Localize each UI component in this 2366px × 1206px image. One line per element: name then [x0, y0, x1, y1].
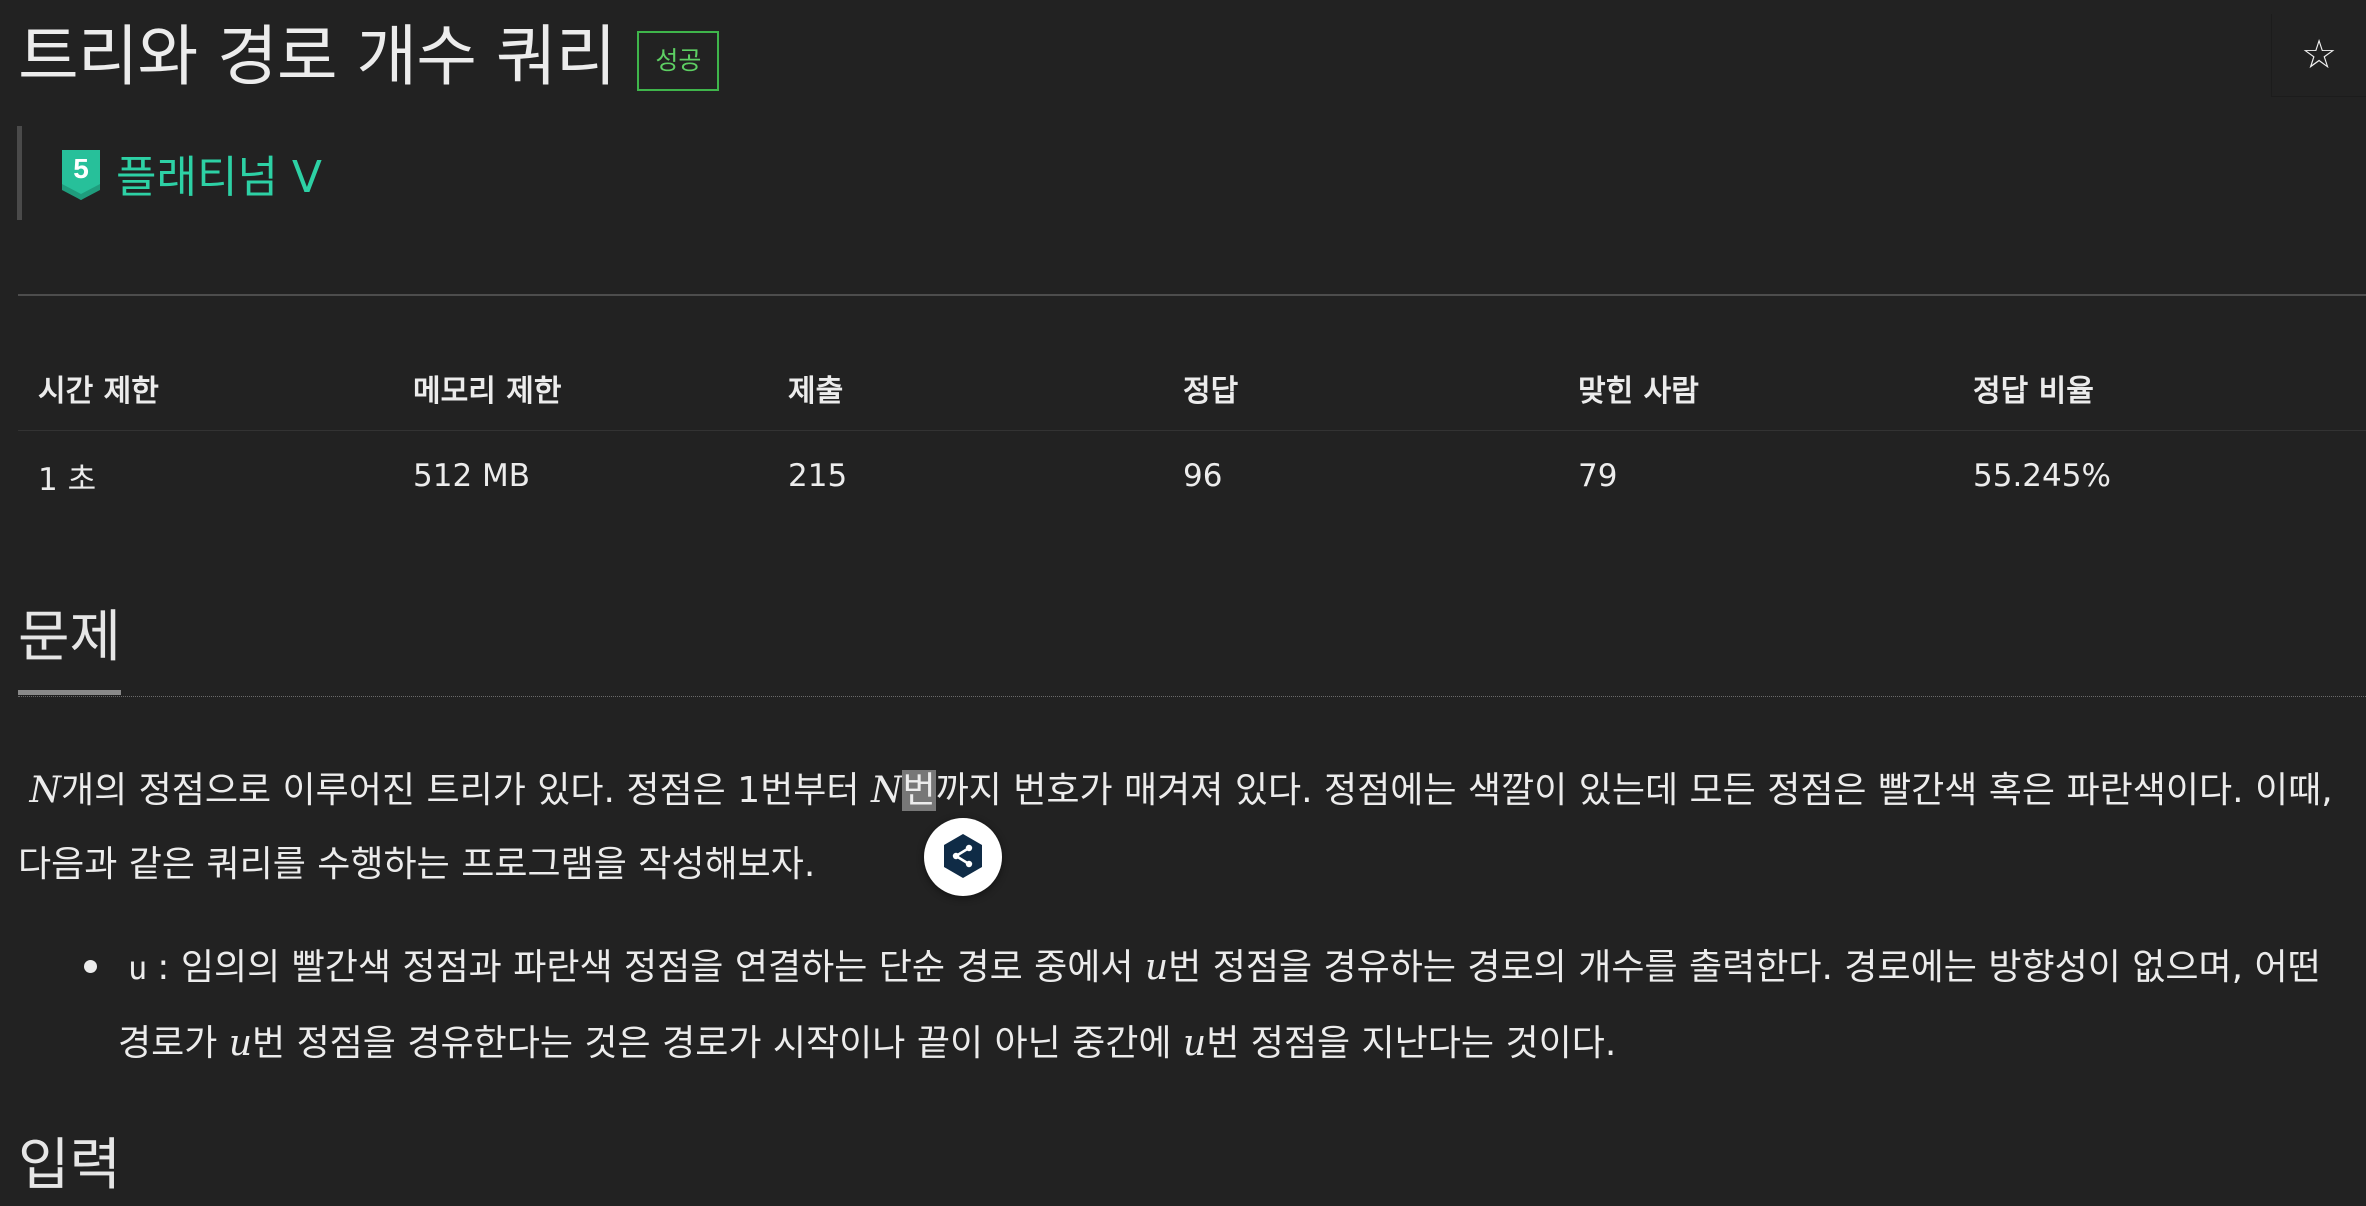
- list-item: u: 임의의 빨간색 정점과 파란색 정점을 연결하는 단순 경로 중에서 u번…: [84, 930, 2358, 1082]
- section-title-input: 입력: [18, 1133, 122, 1198]
- math-var-n: N: [29, 770, 61, 811]
- submissions-value[interactable]: 215: [768, 431, 1163, 522]
- math-var-u: u: [1183, 1023, 1207, 1064]
- query-list: u: 임의의 빨간색 정점과 파란색 정점을 연결하는 단순 경로 중에서 u번…: [84, 930, 2358, 1082]
- tier-label[interactable]: 플래티넘 V: [116, 141, 322, 205]
- table-row: 1 초 512 MB 215 96 79 55.245%: [18, 431, 2366, 522]
- col-time-limit: 시간 제한: [18, 346, 393, 431]
- star-icon: ☆: [2301, 32, 2337, 78]
- col-submissions: 제출: [768, 346, 1163, 431]
- tier-level-number: 5: [73, 153, 89, 184]
- problem-description: N개의 정점으로 이루어진 트리가 있다. 정점은 1번부터 N번까지 번호가 …: [18, 754, 2358, 902]
- col-ratio: 정답 비율: [1953, 346, 2366, 431]
- time-limit-value: 1 초: [38, 461, 97, 498]
- accepted-value[interactable]: 96: [1163, 431, 1558, 522]
- problem-section-header: 문제: [18, 590, 2366, 697]
- tier-shield-icon: 5: [62, 150, 100, 200]
- col-accepted: 정답: [1163, 346, 1558, 431]
- problem-text-1: 개의 정점으로 이루어진 트리가 있다. 정점은 1번부터: [60, 770, 871, 811]
- bullet-dot: [84, 960, 97, 973]
- col-solvers: 맞힌 사람: [1558, 346, 1953, 431]
- problem-header: 트리와 경로 개수 쿼리 성공: [18, 12, 720, 102]
- page-title: 트리와 경로 개수 쿼리: [18, 18, 616, 95]
- ratio-value: 55.245%: [1973, 458, 2111, 494]
- result-badge[interactable]: 성공: [637, 31, 720, 91]
- problem-info-table: 시간 제한 메모리 제한 제출 정답 맞힌 사람 정답 비율 1 초 512 M…: [18, 346, 2366, 521]
- query-text-3: 번 정점을 경유한다는 것은 경로가 시작이나 끝이 아닌 중간에: [252, 1023, 1183, 1064]
- query-text-4: 번 정점을 지난다는 것이다.: [1206, 1023, 1617, 1064]
- solvers-value[interactable]: 79: [1558, 431, 1953, 522]
- tier-block: 5 플래티넘 V: [17, 126, 322, 220]
- table-header-row: 시간 제한 메모리 제한 제출 정답 맞힌 사람 정답 비율: [18, 346, 2366, 431]
- query-code: u: [128, 949, 148, 987]
- section-title-problem: 문제: [18, 598, 122, 695]
- translate-icon: [944, 834, 982, 878]
- star-button[interactable]: ☆: [2271, 14, 2366, 97]
- math-var-u: u: [228, 1023, 252, 1064]
- divider: [18, 294, 2366, 296]
- query-text-1: : 임의의 빨간색 정점과 파란색 정점을 연결하는 단순 경로 중에서: [157, 947, 1145, 988]
- translate-button[interactable]: [924, 818, 1002, 896]
- math-var-u: u: [1144, 947, 1169, 988]
- memory-limit-value: 512 MB: [413, 458, 531, 494]
- col-memory-limit: 메모리 제한: [393, 346, 768, 431]
- text-selection-highlight: 번: [902, 770, 936, 811]
- math-var-n: N: [870, 770, 903, 811]
